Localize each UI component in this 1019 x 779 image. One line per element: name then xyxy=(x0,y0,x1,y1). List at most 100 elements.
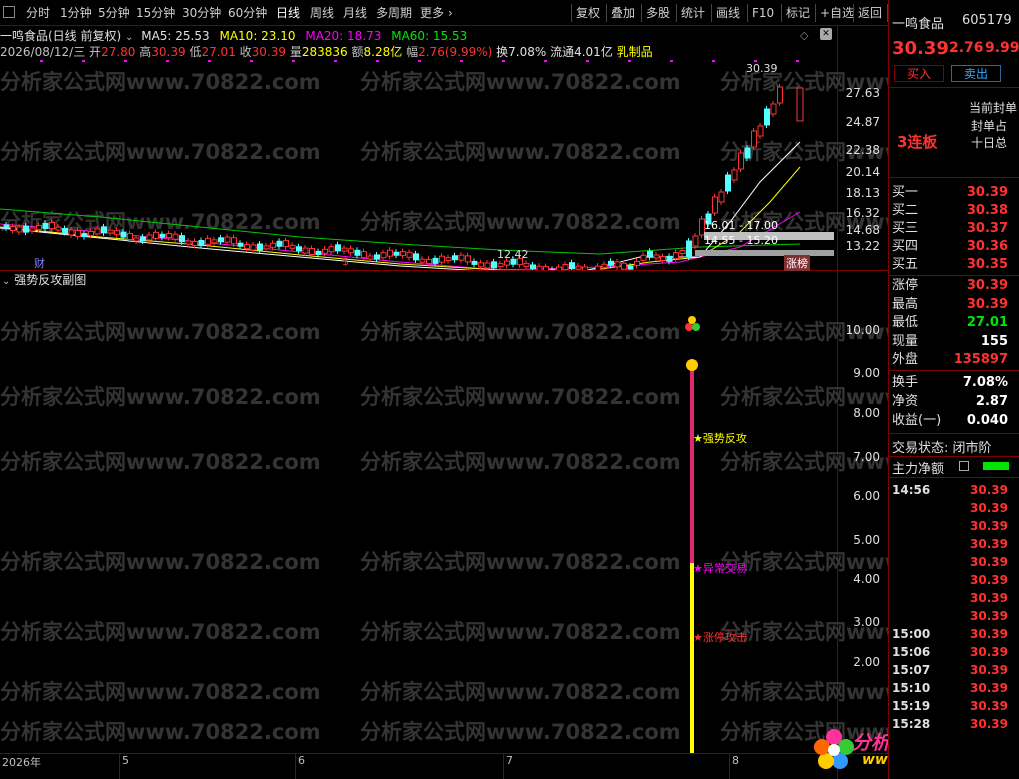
candle-body xyxy=(140,236,146,242)
order-note-1: 当前封单 xyxy=(969,101,1018,115)
tick-time: 14:56 xyxy=(892,483,931,497)
tick-time: 15:10 xyxy=(892,681,931,695)
event-tag[interactable]: $ xyxy=(342,255,349,268)
list-icon[interactable] xyxy=(959,461,969,471)
timeline-label: 8 xyxy=(732,754,739,767)
tool-7[interactable]: +自选 xyxy=(820,5,854,21)
quote-row-value: 30.39 xyxy=(966,185,1008,200)
close-icon[interactable]: ✕ xyxy=(820,28,832,40)
candle-body xyxy=(114,230,120,236)
chevron-right-icon[interactable]: › xyxy=(448,5,453,21)
tick-row: 30.39 xyxy=(889,607,1019,625)
tool-1[interactable]: 叠加 xyxy=(611,5,635,21)
price-tick: 27.63 xyxy=(845,86,880,100)
gainers-tag[interactable]: 涨榜 xyxy=(784,255,810,271)
quote-row-label: 收益(一) xyxy=(892,413,942,428)
divider xyxy=(889,275,1019,276)
toolbar-separator xyxy=(815,4,816,22)
tab-0[interactable]: 分时 xyxy=(26,5,50,21)
candle-body xyxy=(679,250,686,255)
tool-0[interactable]: 复权 xyxy=(576,5,600,21)
marker-dot xyxy=(82,60,85,62)
candle-body xyxy=(666,255,673,262)
quote-row: 买四 30.36 xyxy=(889,238,1019,256)
finance-tag[interactable]: 财 xyxy=(34,255,45,271)
tool-4[interactable]: 画线 xyxy=(716,5,740,21)
stock-name: 一鸣食品 xyxy=(892,17,945,32)
sell-button[interactable]: 卖出 xyxy=(951,65,1001,82)
buy-button[interactable]: 买入 xyxy=(894,65,944,82)
candle-body xyxy=(413,253,419,261)
candle-body xyxy=(250,244,257,251)
candle-body xyxy=(172,233,179,240)
candle-body xyxy=(146,234,153,241)
ma-row: 一鸣食品(日线 前复权) ⌄ MA5: 25.53 MA10: 23.10 MA… xyxy=(0,27,467,44)
quote-row-label: 净资 xyxy=(892,394,919,409)
toolbar-separator xyxy=(781,4,782,22)
candle-body xyxy=(777,86,783,104)
price-tick: 16.32 xyxy=(845,206,880,220)
candle-body xyxy=(536,265,543,270)
tab-5[interactable]: 60分钟 xyxy=(228,5,267,21)
marker-dot xyxy=(796,60,799,62)
marker-dot xyxy=(292,60,295,62)
candle-body xyxy=(393,251,400,256)
tab-10[interactable]: 更多 xyxy=(420,5,444,21)
tab-2[interactable]: 5分钟 xyxy=(98,5,130,21)
candle-body xyxy=(419,258,426,263)
marker-dot xyxy=(544,60,547,62)
quote-row: 现量 155 xyxy=(889,333,1019,351)
tick-row: 15:28 30.39 xyxy=(889,715,1019,733)
timeline-label: 5 xyxy=(122,754,129,767)
candle-body xyxy=(484,262,491,269)
candle-body xyxy=(621,262,627,270)
quote-row: 买二 30.38 xyxy=(889,202,1019,220)
candle-body xyxy=(16,226,23,233)
marker-dot xyxy=(712,60,715,62)
timeline-tick xyxy=(119,754,120,779)
quote-row-value: 135897 xyxy=(953,352,1008,367)
tab-1[interactable]: 1分钟 xyxy=(60,5,92,21)
tick-row: 14:56 30.39 xyxy=(889,481,1019,499)
ma5-label: MA5: 25.53 xyxy=(141,29,210,43)
tick-row: 15:00 30.39 xyxy=(889,625,1019,643)
indicator-tick: 10.00 xyxy=(845,323,880,337)
toolbar-separator xyxy=(641,4,642,22)
tool-5[interactable]: F10 xyxy=(752,5,774,21)
tab-6[interactable]: 日线 xyxy=(276,5,300,21)
candle-body xyxy=(426,258,432,264)
quote-row: 外盘 135897 xyxy=(889,351,1019,369)
candle-body xyxy=(159,233,166,238)
quote-row: 涨停 30.39 xyxy=(889,277,1019,295)
tab-8[interactable]: 月线 xyxy=(343,5,367,21)
tab-7[interactable]: 周线 xyxy=(310,5,334,21)
candle-body xyxy=(166,233,172,239)
tab-3[interactable]: 15分钟 xyxy=(136,5,175,21)
toolbar: 分时 1分钟 5分钟 15分钟 30分钟 60分钟 日线 周线 月线 多周期 更多 › 复权 叠加 多股统… xyxy=(0,0,1019,26)
tab-9[interactable]: 多周期 xyxy=(376,5,412,21)
limit-up-bar xyxy=(690,563,694,753)
candle-body xyxy=(296,246,302,252)
tool-3[interactable]: 统计 xyxy=(681,5,705,21)
tick-price: 30.39 xyxy=(970,627,1008,641)
candle-body xyxy=(595,265,601,270)
candle-body xyxy=(263,245,270,250)
tool-8[interactable]: 返回 xyxy=(858,5,882,21)
tab-4[interactable]: 30分钟 xyxy=(182,5,221,21)
ma60-label: MA60: 15.53 xyxy=(391,29,468,43)
chevron-down-icon[interactable]: ⌄ xyxy=(125,32,133,43)
tick-price: 30.39 xyxy=(970,645,1008,659)
indicator-tick: 8.00 xyxy=(853,406,880,420)
flower-logo-icon xyxy=(814,729,854,769)
tool-2[interactable]: 多股 xyxy=(646,5,670,21)
candle-body xyxy=(634,260,640,266)
window-menu-icon[interactable] xyxy=(3,6,15,18)
candle-body xyxy=(367,255,374,260)
high-mark: 30.39 xyxy=(746,62,778,75)
indicator-tick: 6.00 xyxy=(853,489,880,503)
timeline-label: 7 xyxy=(506,754,513,767)
tool-6[interactable]: 标记 xyxy=(786,5,810,21)
diamond-icon[interactable]: ◇ xyxy=(800,29,808,42)
marker-dot xyxy=(166,60,169,62)
candle-body xyxy=(231,237,237,245)
